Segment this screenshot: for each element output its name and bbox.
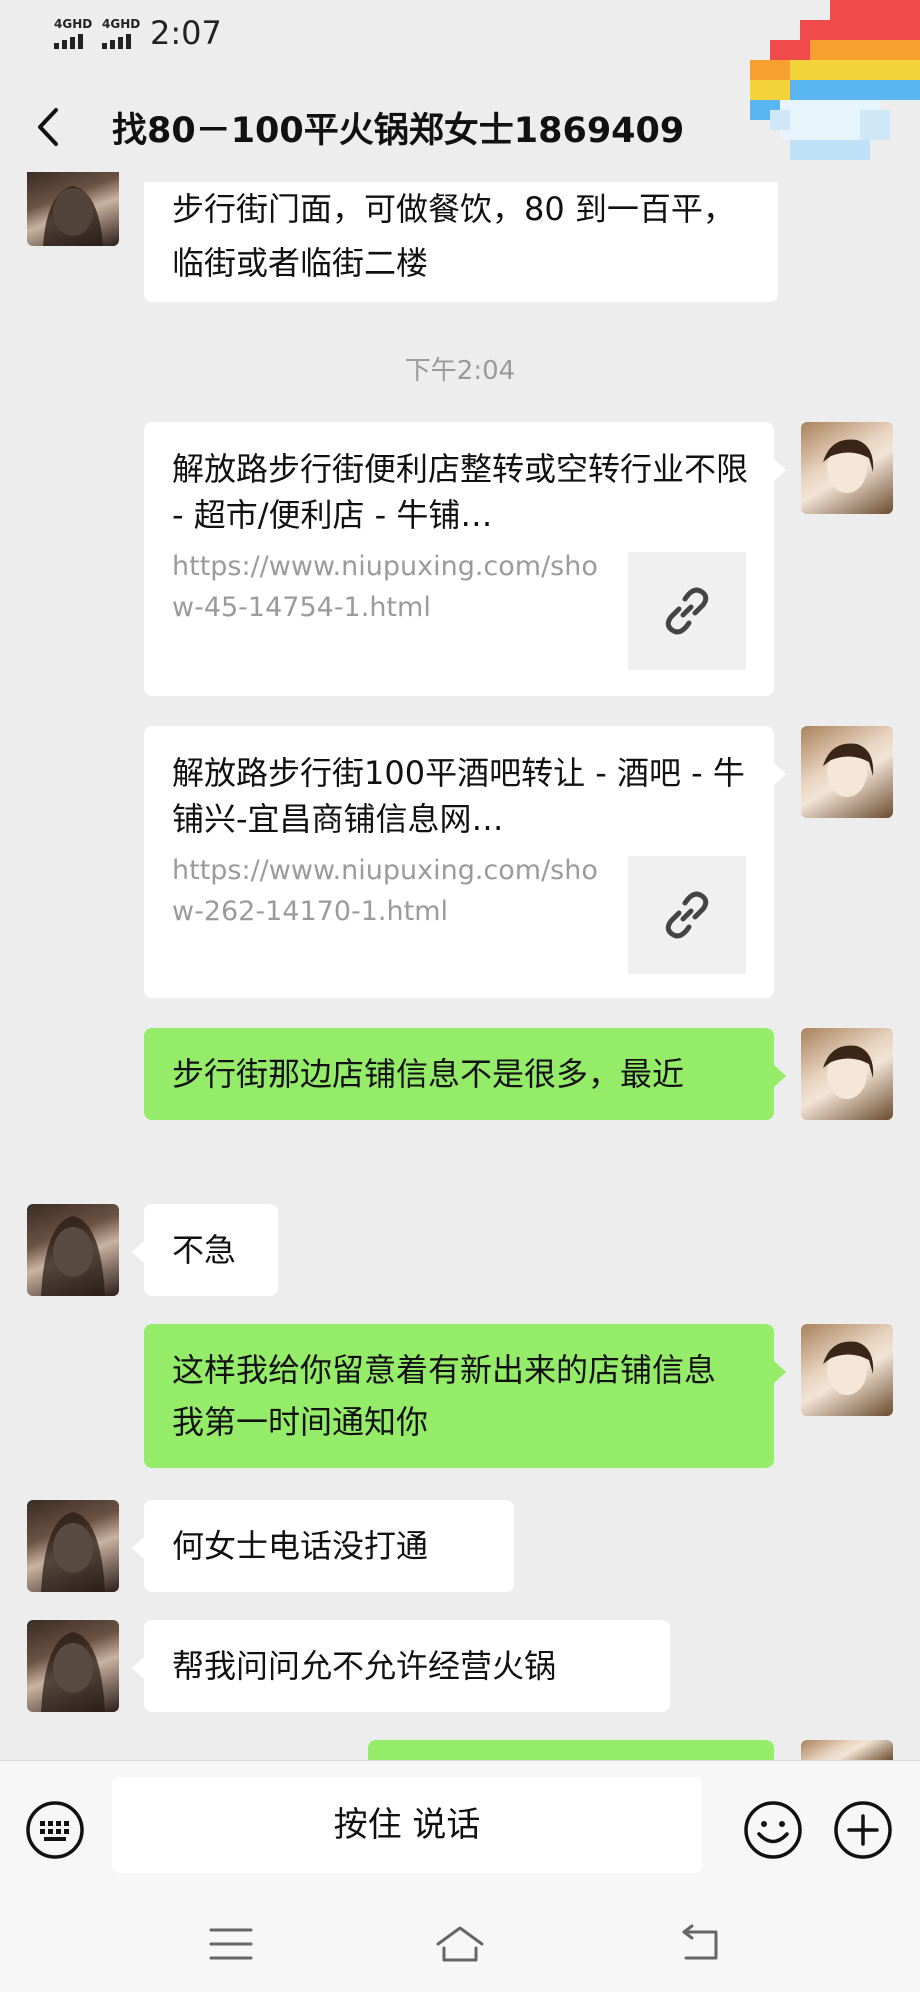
chat-title: 找80－100平火锅郑女士1869409 xyxy=(112,111,685,151)
avatar-other[interactable] xyxy=(27,1500,119,1592)
signal-indicator-1: 4GHD xyxy=(54,18,92,49)
avatar-me[interactable] xyxy=(801,1028,893,1120)
signal-label-1: 4GHD xyxy=(54,17,93,31)
avatar-other[interactable] xyxy=(27,1204,119,1296)
message-bubble-me[interactable]: 这样我给你留意着有新出来的店铺信息我第一时间通知你 xyxy=(144,1324,786,1468)
message-bubble-me-partial[interactable] xyxy=(368,1740,774,1760)
link-card-1[interactable]: 解放路步行街便利店整转或空转行业不限 - 超市/便利店 - 牛铺… https:… xyxy=(144,422,786,696)
link-thumbnail xyxy=(628,552,746,670)
message-timestamp: 下午2:04 xyxy=(404,356,516,386)
message-bubble-other[interactable]: 帮我问问允不允许经营火锅 xyxy=(132,1620,670,1712)
back-arrow-icon[interactable] xyxy=(28,102,68,152)
link-card-title: 解放路步行街100平酒吧转让 - 酒吧 - 牛铺兴-宜昌商铺信息网… xyxy=(172,754,745,838)
link-card-title: 解放路步行街便利店整转或空转行业不限 - 超市/便利店 - 牛铺… xyxy=(172,450,749,534)
avatar-other[interactable] xyxy=(27,1620,119,1712)
avatar-me[interactable] xyxy=(801,422,893,514)
message-bubble-me[interactable]: 步行街那边店铺信息不是很多，最近 xyxy=(144,1028,786,1120)
hold-to-talk-button[interactable]: 按住 说话 xyxy=(112,1777,702,1873)
message-text: 步行街那边店铺信息不是很多，最近 xyxy=(172,1055,685,1093)
message-text: 这样我给你留意着有新出来的店铺信息我第一时间通知你 xyxy=(172,1351,717,1441)
message-bubble-other[interactable]: 步行街门面，可做餐饮，80 到一百平，临街或者临街二楼 xyxy=(144,182,778,302)
message-bubble-other[interactable]: 不急 xyxy=(132,1204,278,1296)
plus-icon[interactable] xyxy=(832,1799,894,1861)
signal-label-2: 4GHD xyxy=(102,17,141,31)
message-text: 不急 xyxy=(172,1231,237,1269)
link-icon xyxy=(665,891,709,939)
link-icon xyxy=(665,587,709,635)
avatar-other[interactable] xyxy=(27,172,119,246)
message-text: 帮我问问允不允许经营火锅 xyxy=(172,1647,557,1685)
message-text: 步行街门面，可做餐饮，80 到一百平，临街或者临街二楼 xyxy=(172,190,735,282)
system-nav-bar xyxy=(0,1892,920,1992)
avatar-me[interactable] xyxy=(801,1324,893,1416)
avatar-me[interactable] xyxy=(801,726,893,818)
link-thumbnail xyxy=(628,856,746,974)
emoji-icon[interactable] xyxy=(742,1799,804,1861)
home-icon[interactable] xyxy=(434,1922,486,1966)
signal-indicator-2: 4GHD xyxy=(102,18,140,49)
avatar-me[interactable] xyxy=(801,1740,893,1760)
link-card-2[interactable]: 解放路步行街100平酒吧转让 - 酒吧 - 牛铺兴-宜昌商铺信息网… https… xyxy=(144,726,786,998)
link-card-url: https://www.niupuxing.com/show-262-14170… xyxy=(172,855,598,927)
menu-icon[interactable] xyxy=(205,1922,257,1966)
keyboard-icon[interactable] xyxy=(24,1799,86,1861)
chat-input-bar: 按住 说话 xyxy=(0,1760,920,1892)
link-card-url: https://www.niupuxing.com/show-45-14754-… xyxy=(172,551,598,623)
clock: 2:07 xyxy=(150,14,222,52)
return-icon[interactable] xyxy=(676,1922,728,1966)
message-text: 何女士电话没打通 xyxy=(172,1527,429,1565)
message-bubble-other[interactable]: 何女士电话没打通 xyxy=(132,1500,514,1592)
pixel-sticker xyxy=(750,0,920,160)
